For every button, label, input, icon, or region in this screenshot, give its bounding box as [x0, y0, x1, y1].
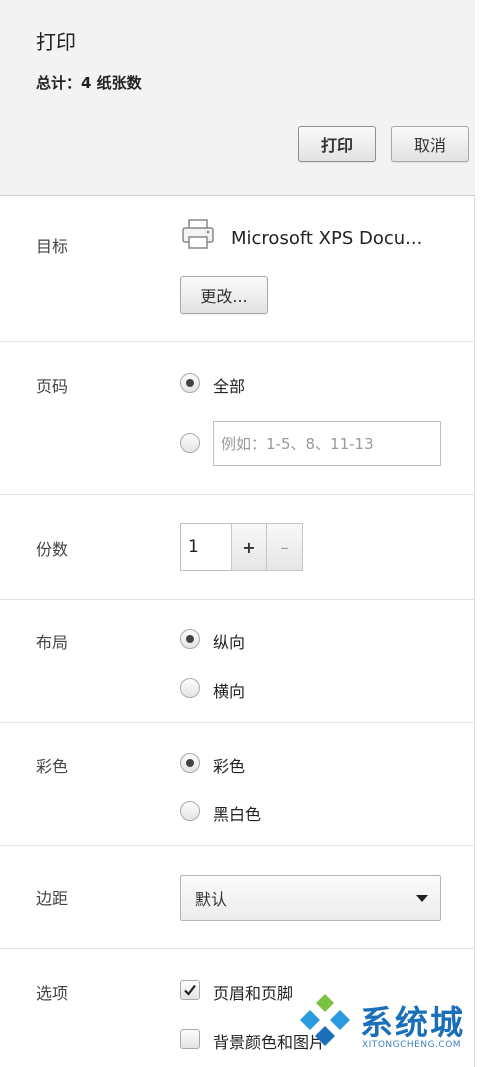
print-button[interactable]: 打印	[298, 126, 376, 162]
page-title: 打印	[36, 30, 76, 54]
layout-portrait-label: 纵向	[213, 633, 246, 652]
color-color-radio[interactable]	[180, 753, 200, 773]
margins-label: 边距	[36, 889, 69, 908]
layout-landscape-radio[interactable]	[180, 678, 200, 698]
destination-section: 目标 Microsoft XPS Docu... 更改...	[0, 196, 475, 342]
checkmark-icon	[184, 984, 196, 996]
copies-decrement-button[interactable]: –	[266, 523, 303, 571]
chevron-down-icon	[416, 895, 428, 902]
copies-section: 份数 1 + –	[0, 495, 475, 600]
watermark-logo-icon	[300, 994, 350, 1046]
color-section: 彩色 彩色 黑白色	[0, 723, 475, 846]
cancel-button[interactable]: 取消	[391, 126, 469, 162]
site-watermark: 系统城 XITONGCHENG.COM	[300, 990, 478, 1060]
pages-label: 页码	[36, 377, 69, 396]
page-range-input[interactable]: 例如：1-5、8、11-13	[213, 421, 441, 466]
pages-custom-radio[interactable]	[180, 433, 200, 453]
copies-label: 份数	[36, 540, 69, 559]
margins-section: 边距 默认	[0, 846, 475, 949]
margins-selected-value: 默认	[195, 890, 228, 909]
layout-label: 布局	[36, 633, 69, 652]
print-settings-panel: 打印 总计：4 纸张数 打印 取消 目标 Microsoft XPS Docu.…	[0, 0, 475, 1067]
layout-section: 布局 纵向 横向	[0, 600, 475, 723]
printer-name: Microsoft XPS Docu...	[231, 228, 423, 249]
watermark-text: 系统城	[360, 1003, 465, 1042]
print-header: 打印 总计：4 纸张数 打印 取消	[0, 0, 475, 196]
color-bw-radio[interactable]	[180, 801, 200, 821]
background-graphics-checkbox[interactable]	[180, 1029, 200, 1049]
sheet-count-summary: 总计：4 纸张数	[36, 74, 142, 92]
pages-section: 页码 全部 例如：1-5、8、11-13	[0, 342, 475, 495]
color-bw-label: 黑白色	[213, 805, 262, 824]
options-label: 选项	[36, 984, 69, 1003]
printer-icon	[180, 216, 216, 252]
copies-stepper: 1 + –	[180, 523, 303, 571]
copies-increment-button[interactable]: +	[231, 523, 267, 571]
destination-label: 目标	[36, 237, 69, 256]
pages-all-radio[interactable]	[180, 373, 200, 393]
color-label: 彩色	[36, 757, 69, 776]
watermark-subtext: XITONGCHENG.COM	[362, 1040, 462, 1050]
headers-footers-checkbox[interactable]	[180, 980, 200, 1000]
pages-all-label: 全部	[213, 377, 246, 396]
change-destination-button[interactable]: 更改...	[180, 276, 268, 314]
layout-landscape-label: 横向	[213, 682, 246, 701]
copies-input[interactable]: 1	[180, 523, 232, 571]
headers-footers-label: 页眉和页脚	[213, 984, 294, 1003]
color-color-label: 彩色	[213, 757, 246, 776]
layout-portrait-radio[interactable]	[180, 629, 200, 649]
page-range-placeholder: 例如：1-5、8、11-13	[221, 435, 374, 453]
margins-select[interactable]: 默认	[180, 875, 441, 921]
